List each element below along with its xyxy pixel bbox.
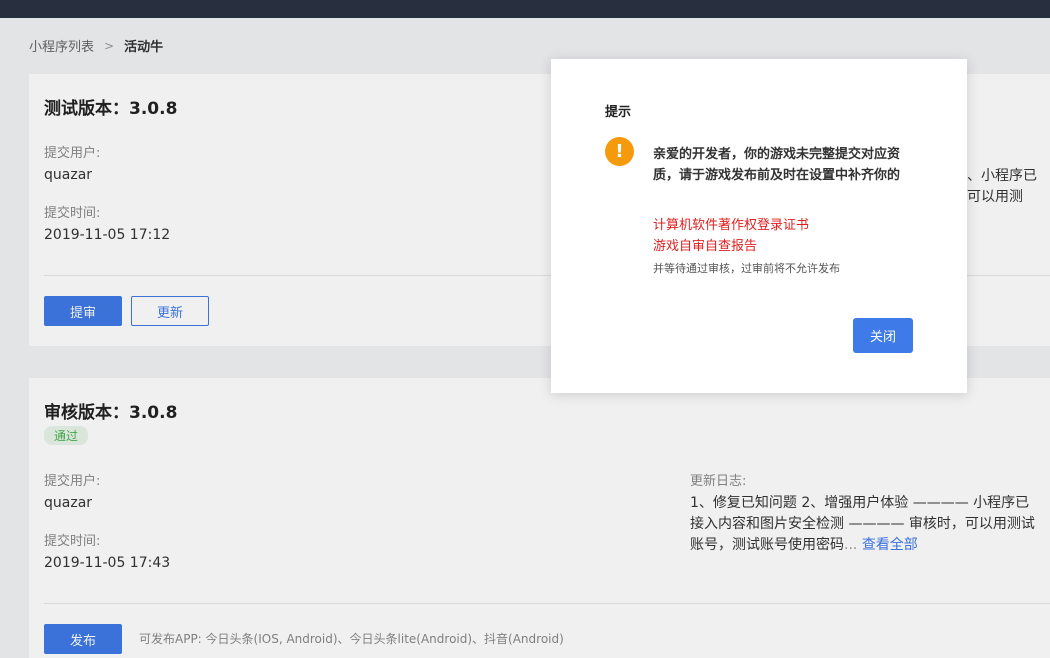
dialog-title: 提示 [605, 105, 632, 120]
warning-icon: ! [605, 137, 634, 166]
close-button[interactable]: 关闭 [853, 318, 913, 353]
requirement-copyright-certificate: 计算机软件著作权登录证书 [653, 218, 810, 233]
dialog-message: 亲爱的开发者，你的游戏未完整提交对应资质，请于游戏发布前及时在设置中补齐你的 [653, 147, 901, 183]
dialog-note: 并等待通过审核，过审前将不允许发布 [653, 262, 840, 275]
qualification-warning-dialog: 提示 ! 亲爱的开发者，你的游戏未完整提交对应资质，请于游戏发布前及时在设置中补… [551, 59, 967, 393]
requirement-self-review-report: 游戏自审自查报告 [653, 239, 758, 254]
